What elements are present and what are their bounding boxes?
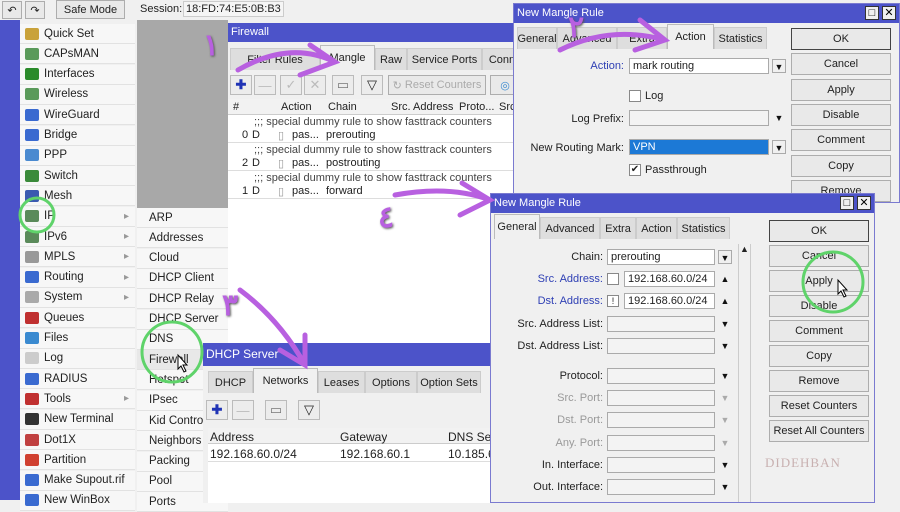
annotation-overlay: [18, 17, 865, 384]
step-3-label: ٣: [222, 288, 239, 323]
annotation-arrow: [237, 287, 308, 370]
highlight-circle: [140, 320, 204, 384]
cursor-icon: [837, 278, 849, 298]
step-4-label: ٤: [378, 200, 395, 235]
annotation-arrow: [235, 42, 341, 78]
cursor-icon: [177, 353, 189, 373]
highlight-circle: [801, 250, 865, 314]
step-1-label: ١: [203, 28, 220, 63]
step-2-label: ٢: [568, 10, 585, 45]
annotation-arrow: [392, 180, 496, 218]
highlight-circle: [18, 196, 56, 234]
